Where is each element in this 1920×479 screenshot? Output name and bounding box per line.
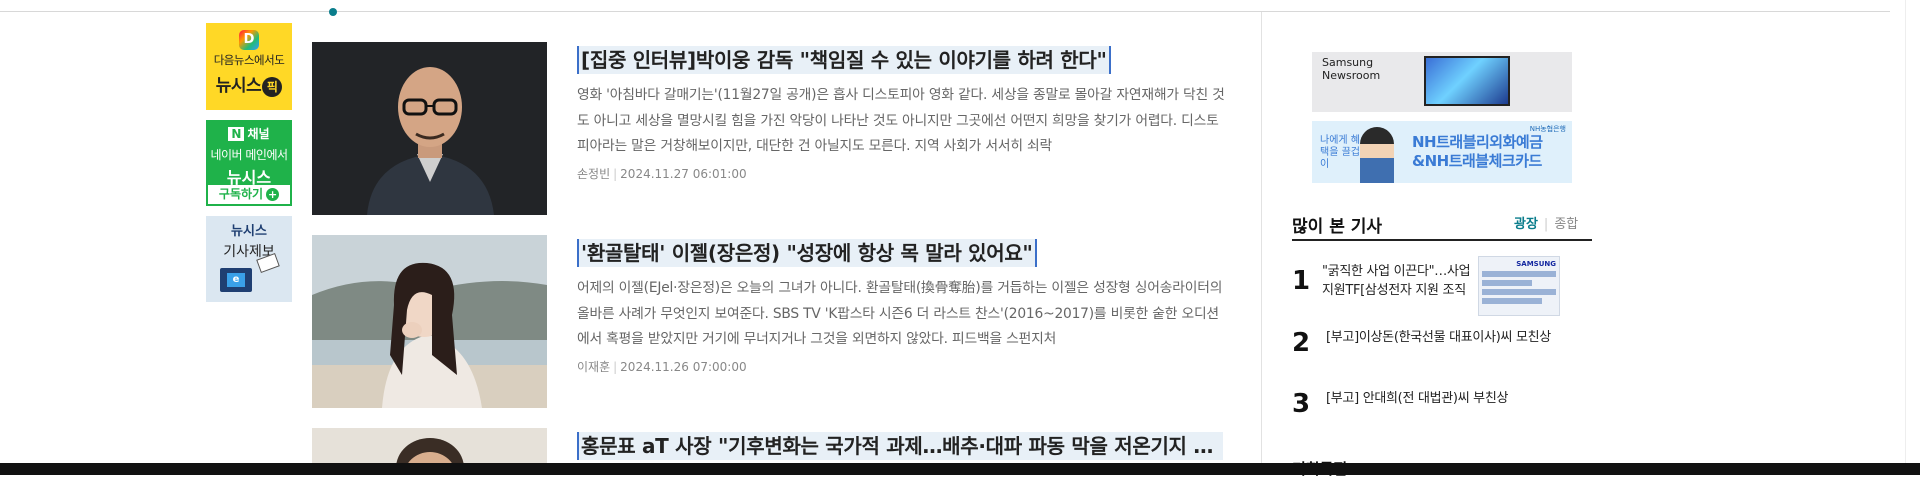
naver-channel-header: N 채널	[208, 125, 290, 142]
article-thumbnail[interactable]	[312, 235, 547, 408]
rank-number: 1	[1292, 266, 1311, 296]
subscribe-button[interactable]: 구독하기 +	[208, 185, 290, 204]
most-viewed-thumbnail[interactable]: SAMSUNG	[1478, 256, 1560, 316]
computer-icon: e	[220, 268, 252, 292]
news-tip-label: 기사제보	[223, 244, 275, 260]
article-summary[interactable]: 어제의 이젤(EJel·장은정)은 오늘의 그녀가 아니다. 환골탈태(換骨奪胎…	[577, 276, 1225, 353]
article-title[interactable]: 홍문표 aT 사장 "기후변화는 국가적 과제…배추·대파 파동 막을 저온기지…	[577, 432, 1223, 460]
nh-ad-headline: NH트래블리외화예금 &NH트래블체크카드	[1412, 133, 1543, 170]
article-meta: 이재훈 | 2024.11.26 07:00:00	[577, 360, 747, 374]
top-divider	[0, 11, 1890, 12]
pick-badge: 픽	[262, 77, 283, 97]
rank-number: 3	[1292, 389, 1311, 419]
most-viewed-text[interactable]: "굵직한 사업 이끈다"…사업지원TF[삼성전자 지원 조직	[1322, 262, 1472, 300]
tab-overall[interactable]: 종합	[1554, 217, 1578, 232]
column-divider	[1261, 12, 1262, 475]
vertical-scrollbar[interactable]	[1905, 0, 1920, 475]
plus-icon: +	[266, 188, 280, 201]
most-viewed-title: 많이 본 기사	[1292, 217, 1383, 237]
article-date: 2024.11.26 07:00:00	[620, 360, 747, 374]
article-thumbnail[interactable]	[312, 42, 547, 215]
newsis-pick-text: 뉴시스 픽	[206, 71, 292, 97]
slider-dot-indicator[interactable]	[329, 8, 337, 16]
naver-main-text: 네이버 메인에서	[210, 148, 288, 162]
most-viewed-underline	[1292, 239, 1592, 241]
most-viewed-item[interactable]: 2 [부고]이상돈(한국선물 대표이사)씨 모친상	[1292, 328, 1592, 362]
most-viewed-tabs: 광장 | 종합	[1514, 217, 1579, 232]
article-title[interactable]: '환골탈태' 이젤(장은정) "성장에 항상 목 말라 있어요"	[577, 239, 1037, 267]
tab-plaza[interactable]: 광장	[1514, 217, 1538, 232]
article-title[interactable]: [집중 인터뷰]박이웅 감독 "책임질 수 있는 이야기를 하려 한다"	[577, 46, 1111, 74]
article-author: 손정빈	[577, 167, 611, 181]
nh-bank-logo: NH농협은행	[1529, 125, 1566, 133]
ad-model-image	[1360, 127, 1394, 183]
most-viewed-item[interactable]: 3 [부고] 안대희(전 대법관)씨 부친상	[1292, 389, 1592, 423]
news-tip-banner[interactable]: 뉴시스 기사제보 e	[206, 216, 292, 302]
most-viewed-text[interactable]: [부고] 안대희(전 대법관)씨 부친상	[1326, 389, 1508, 408]
nh-travel-ad[interactable]: 나에게 혜택을 끌겁이 NH트래블리외화예금 &NH트래블체크카드 NH농협은행	[1312, 121, 1572, 183]
daum-banner-text: 다음뉴스에서도	[213, 53, 285, 67]
article-author: 이재훈	[577, 360, 611, 374]
samsung-thumb-brand: SAMSUNG	[1516, 260, 1556, 268]
daum-news-pick-banner[interactable]: D 다음뉴스에서도 뉴시스 픽	[206, 23, 292, 110]
article-item[interactable]: [집중 인터뷰]박이웅 감독 "책임질 수 있는 이야기를 하려 한다" 영화 …	[312, 42, 1225, 218]
tv-image	[1424, 56, 1510, 106]
article-summary[interactable]: 영화 '아침바다 갈매기는'(11월27일 공개)은 흡사 디스토피아 영화 같…	[577, 83, 1225, 160]
nh-ad-small-text: 나에게 혜택을 끌겁이	[1320, 135, 1360, 170]
daum-logo-icon: D	[239, 30, 259, 50]
most-viewed-item[interactable]: 1 "굵직한 사업 이끈다"…사업지원TF[삼성전자 지원 조직 SAMSUNG	[1292, 256, 1592, 316]
naver-n-icon: N	[228, 127, 245, 141]
article-date: 2024.11.27 06:01:00	[620, 167, 747, 181]
article-item[interactable]: '환골탈태' 이젤(장은정) "성장에 항상 목 말라 있어요" 어제의 이젤(…	[312, 235, 1222, 411]
news-tip-brand: 뉴시스	[231, 224, 267, 239]
most-viewed-text[interactable]: [부고]이상돈(한국선물 대표이사)씨 모친상	[1326, 328, 1551, 347]
samsung-newsroom-ad[interactable]: Samsung Newsroom	[1312, 52, 1572, 112]
bottom-bar	[0, 463, 1920, 475]
article-thumbnail[interactable]	[312, 428, 547, 463]
article-item[interactable]: 홍문표 aT 사장 "기후변화는 국가적 과제…배추·대파 파동 막을 저온기지…	[312, 428, 1223, 463]
rank-number: 2	[1292, 328, 1311, 358]
article-meta: 손정빈 | 2024.11.27 06:01:00	[577, 167, 747, 181]
naver-channel-banner[interactable]: N 채널 네이버 메인에서 뉴시스 구독하기 +	[206, 120, 292, 206]
samsung-ad-text: Samsung Newsroom	[1322, 56, 1381, 82]
